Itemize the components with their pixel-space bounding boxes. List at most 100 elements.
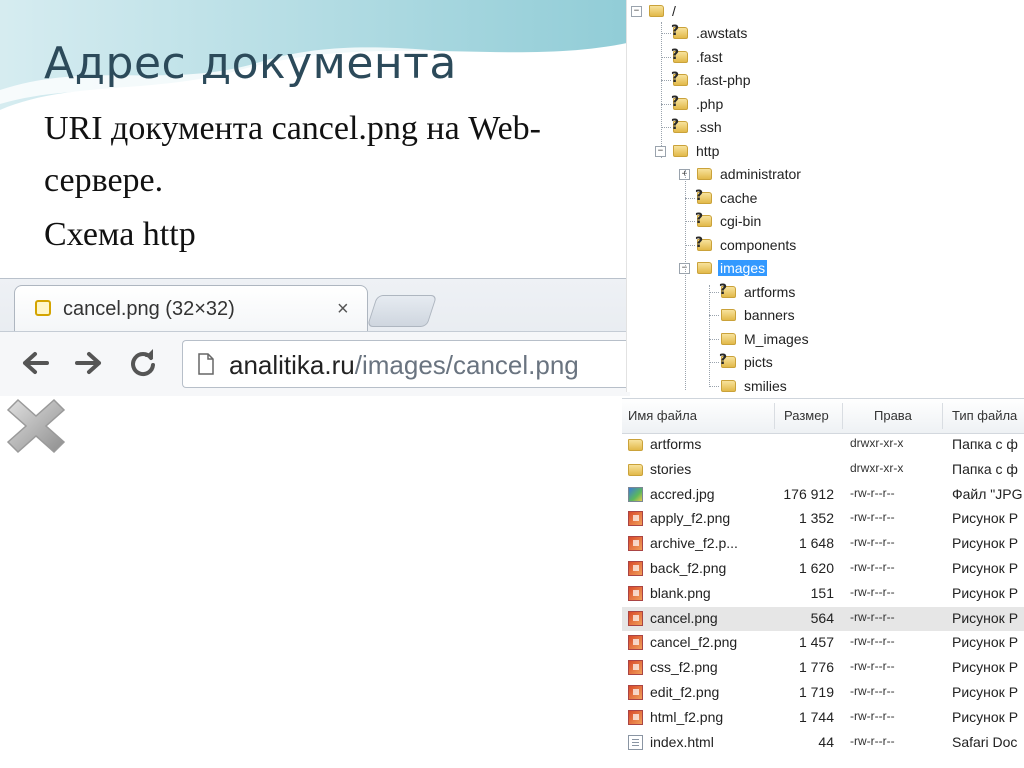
tree-guide-line [709,285,710,385]
tree-guide-line [685,244,695,246]
url-path: /images/cancel.png [354,350,579,380]
file-row[interactable]: css_f2.png 1 776 -rw-r--r-- Рисунок P [622,656,1024,680]
unknown-folder-icon: ? [671,70,688,86]
question-mark-icon: ? [719,352,728,368]
file-row[interactable]: stories drwxr-xr-x Папка с ф [622,458,1024,482]
file-row[interactable]: accred.jpg 176 912 -rw-r--r-- Файл "JPG [622,483,1024,507]
column-name-header[interactable]: Имя файла [628,408,697,423]
address-bar[interactable]: analitika.ru/images/cancel.png [182,340,631,388]
file-size: 564 [810,609,834,626]
file-permissions: -rw-r--r-- [850,510,895,525]
file-type: Файл "JPG [952,485,1023,502]
png-file-icon [628,709,643,725]
tree-item[interactable]: images [697,257,768,279]
unknown-folder-icon: ? [671,94,688,110]
file-permissions: -rw-r--r-- [850,485,895,500]
file-type: Рисунок P [952,560,1019,576]
question-mark-icon: ? [671,93,680,110]
file-permissions: -rw-r--r-- [850,535,895,550]
tree-item[interactable]: ? cgi-bin [695,210,763,232]
tree-item-label: .fast [696,48,723,65]
file-name: stories [650,460,692,477]
unknown-folder-icon: ? [719,282,736,298]
tree-item-label: smilies [744,377,787,393]
column-type-header[interactable]: Тип файла [952,408,1017,423]
file-name: artforms [650,436,702,452]
file-size: 1 719 [798,684,834,700]
tree-item[interactable]: M_images [721,328,811,350]
tree-item[interactable]: http [673,140,721,162]
url-text: analitika.ru/images/cancel.png [229,350,579,381]
tree-item[interactable]: ? .fast-php [671,69,752,91]
tree-item[interactable]: smilies [721,375,789,393]
file-row[interactable]: blank.png 151 -rw-r--r-- Рисунок P [622,582,1024,606]
file-type: Рисунок P [952,609,1019,626]
file-name: back_f2.png [650,560,727,576]
file-name: cancel.png [650,609,718,626]
browser-toolbar: analitika.ru/images/cancel.png [0,331,631,397]
file-type: Рисунок P [952,708,1019,725]
tree-item[interactable]: ? picts [719,351,775,373]
directory-tree: − / ? .awstats? .fast? .fast-php? .php? .ssh −… [626,0,1024,392]
collapse-icon[interactable]: − [631,6,642,17]
folder-icon [721,379,736,392]
png-file-icon [628,585,643,601]
file-row[interactable]: cancel_f2.png 1 457 -rw-r--r-- Рисунок P [622,631,1024,655]
forward-button[interactable] [72,346,106,380]
tree-item[interactable]: ? components [695,234,798,256]
tree-item[interactable]: ? .ssh [671,116,724,138]
question-mark-icon: ? [671,70,680,86]
file-row[interactable]: artforms drwxr-xr-x Папка с ф [622,433,1024,457]
folder-icon [697,262,712,274]
tree-root[interactable]: / [649,0,678,22]
file-row[interactable]: html_f2.png 1 744 -rw-r--r-- Рисунок P [622,706,1024,730]
file-row[interactable]: apply_f2.png 1 352 -rw-r--r-- Рисунок P [622,507,1024,531]
file-row[interactable]: edit_f2.png 1 719 -rw-r--r-- Рисунок P [622,681,1024,705]
file-list-header: Имя файла Размер Права Тип файла [622,399,1024,434]
new-tab-button[interactable] [366,295,438,327]
folder-file-icon [628,439,643,451]
question-mark-icon: ? [695,187,704,204]
file-name: edit_f2.png [650,684,720,700]
question-mark-icon: ? [719,281,728,298]
tree-guide-line [661,56,671,58]
tree-guide-line [685,221,695,222]
file-type: Safari Doc [952,733,1018,750]
tree-item-label: http [696,142,720,159]
file-size: 176 912 [783,485,834,502]
tree-item[interactable]: ? .php [671,93,725,115]
file-row[interactable]: cancel.png 564 -rw-r--r-- Рисунок P [622,606,1024,631]
file-permissions: -rw-r--r-- [850,609,895,624]
tab-close-icon[interactable]: × [337,298,349,321]
tree-guide-line [709,338,719,340]
tree-item-label: cache [720,189,758,206]
tree-item[interactable]: ? cache [695,187,759,209]
tree-item[interactable]: ? .fast [671,46,724,68]
column-permissions-header[interactable]: Права [874,408,912,423]
image-favicon-icon [35,300,51,316]
file-type: Папка с ф [952,436,1018,452]
file-name: css_f2.png [650,659,718,676]
back-button[interactable] [18,346,52,380]
folder-icon [649,5,664,17]
tree-guide-line [661,33,671,34]
tree-item-label: picts [744,354,773,370]
file-row[interactable]: archive_f2.p... 1 648 -rw-r--r-- Рисунок P [622,532,1024,556]
tree-item[interactable]: banners [721,304,797,326]
reload-button[interactable] [126,346,160,380]
png-file-icon [628,660,643,676]
tree-item[interactable]: ? .awstats [671,22,749,44]
tree-item[interactable]: ? artforms [719,281,797,303]
column-size-header[interactable]: Размер [784,408,829,423]
folder-file-icon [628,463,643,476]
file-permissions: drwxr-xr-x [850,436,904,450]
file-permissions: -rw-r--r-- [850,634,895,649]
tree-guide-line [709,362,719,363]
file-row[interactable]: back_f2.png 1 620 -rw-r--r-- Рисунок P [622,557,1024,581]
file-row[interactable]: index.html 44 -rw-r--r-- Safari Doc [622,731,1024,755]
file-list: Имя файла Размер Права Тип файла artform… [622,398,1024,768]
collapse-icon[interactable]: − [655,145,666,157]
browser-tab[interactable]: cancel.png (32×32) × [14,285,368,332]
file-type: Папка с ф [952,460,1018,477]
tree-item[interactable]: administrator [697,163,803,185]
